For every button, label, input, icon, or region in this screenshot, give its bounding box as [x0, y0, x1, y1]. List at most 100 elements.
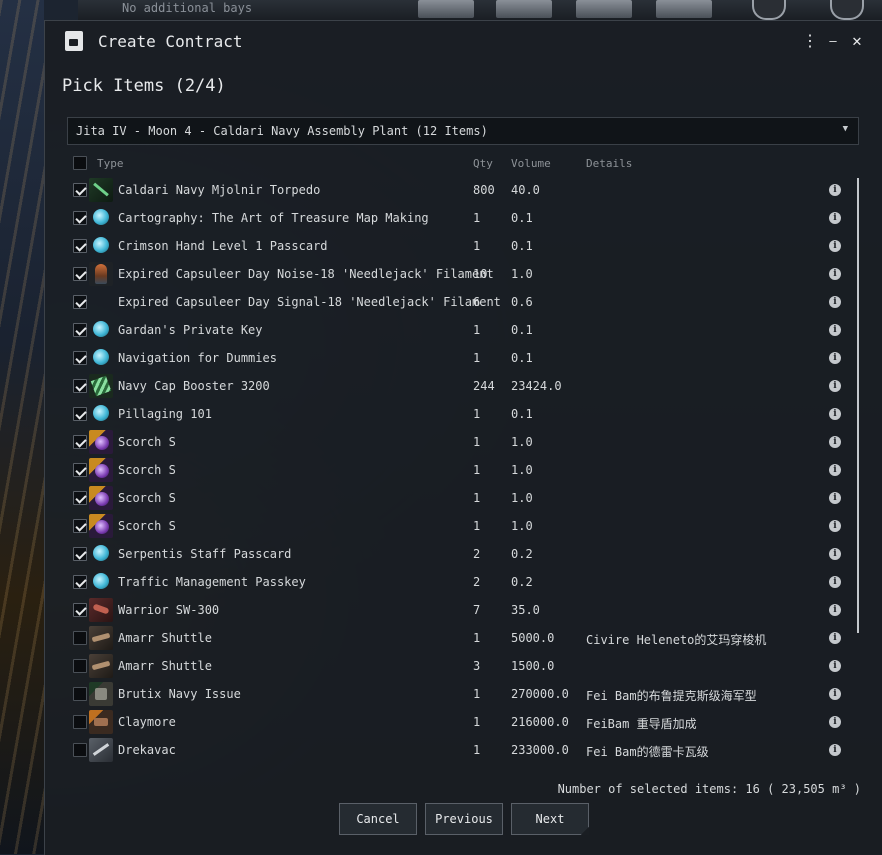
info-icon[interactable]: i	[829, 240, 841, 252]
row-checkbox[interactable]	[73, 631, 87, 645]
info-icon[interactable]: i	[829, 324, 841, 336]
info-icon[interactable]: i	[829, 660, 841, 672]
key-icon	[89, 234, 113, 258]
table-row[interactable]: Navy Cap Booster 3200 244 23424.0 i	[45, 372, 845, 400]
table-row[interactable]: Expired Capsuleer Day Signal-18 'Needlej…	[45, 288, 845, 316]
item-qty: 1	[473, 239, 481, 253]
info-icon[interactable]: i	[829, 212, 841, 224]
info-icon[interactable]: i	[829, 520, 841, 532]
clay-icon	[89, 710, 113, 734]
item-qty: 1	[473, 631, 481, 645]
info-icon[interactable]: i	[829, 632, 841, 644]
table-row[interactable]: Drekavac 1 233000.0 Fei Bam的德雷卡瓦级 i	[45, 736, 845, 764]
row-checkbox[interactable]	[73, 715, 87, 729]
table-row[interactable]: Amarr Shuttle 1 5000.0 Civire Heleneto的艾玛穿梭…	[45, 624, 845, 652]
menu-icon[interactable]: ⋮	[801, 31, 819, 51]
row-checkbox[interactable]	[73, 183, 87, 197]
table-row[interactable]: Expired Capsuleer Day Noise-18 'Needleja…	[45, 260, 845, 288]
info-icon[interactable]: i	[829, 716, 841, 728]
table-row[interactable]: Navigation for Dummies 1 0.1 i	[45, 344, 845, 372]
previous-button[interactable]: Previous	[425, 803, 503, 835]
table-row[interactable]: Crimson Hand Level 1 Passcard 1 0.1 i	[45, 232, 845, 260]
column-volume[interactable]: Volume	[511, 157, 551, 170]
table-row[interactable]: Amarr Shuttle 3 1500.0 i	[45, 652, 845, 680]
row-checkbox[interactable]	[73, 211, 87, 225]
row-checkbox[interactable]	[73, 295, 87, 309]
table-row[interactable]: Brutix Navy Issue 1 270000.0 Fei Bam的布鲁提克斯级…	[45, 680, 845, 708]
column-details[interactable]: Details	[586, 157, 632, 170]
item-volume: 5000.0	[511, 631, 555, 645]
row-checkbox[interactable]	[73, 435, 87, 449]
title-bar[interactable]: Create Contract ⋮ — ✕	[45, 21, 882, 65]
table-row[interactable]: Scorch S 1 1.0 i	[45, 428, 845, 456]
row-checkbox[interactable]	[73, 351, 87, 365]
row-checkbox[interactable]	[73, 407, 87, 421]
row-checkbox[interactable]	[73, 239, 87, 253]
table-row[interactable]: Caldari Navy Mjolnir Torpedo 800 40.0 i	[45, 176, 845, 204]
info-icon[interactable]: i	[829, 184, 841, 196]
table-row[interactable]: Claymore 1 216000.0 FeiBam 重导盾加成 i	[45, 708, 845, 736]
item-qty: 1	[473, 743, 481, 757]
column-qty[interactable]: Qty	[473, 157, 493, 170]
item-volume: 1.0	[511, 267, 533, 281]
row-checkbox[interactable]	[73, 519, 87, 533]
filament-icon	[89, 262, 113, 286]
table-row[interactable]: Scorch S 1 1.0 i	[45, 484, 845, 512]
next-button[interactable]: Next	[511, 803, 589, 835]
row-checkbox[interactable]	[73, 687, 87, 701]
table-row[interactable]: Scorch S 1 1.0 i	[45, 512, 845, 540]
minimize-icon[interactable]: —	[824, 31, 842, 51]
close-icon[interactable]: ✕	[848, 31, 866, 51]
scrollbar[interactable]	[857, 178, 859, 633]
chevron-down-icon: ▼	[842, 124, 848, 134]
column-type[interactable]: Type	[97, 157, 124, 170]
table-row[interactable]: Pillaging 101 1 0.1 i	[45, 400, 845, 428]
ship-slot-icon	[752, 0, 786, 20]
row-checkbox[interactable]	[73, 603, 87, 617]
info-icon[interactable]: i	[829, 296, 841, 308]
row-checkbox[interactable]	[73, 491, 87, 505]
cargo-thumbnail	[496, 0, 552, 18]
table-row[interactable]: Traffic Management Passkey 2 0.2 i	[45, 568, 845, 596]
info-icon[interactable]: i	[829, 576, 841, 588]
info-icon[interactable]: i	[829, 408, 841, 420]
select-all-checkbox[interactable]	[73, 156, 87, 170]
item-name: Pillaging 101	[118, 407, 212, 421]
cargo-thumbnail	[418, 0, 474, 18]
item-name: Crimson Hand Level 1 Passcard	[118, 239, 328, 253]
item-volume: 0.1	[511, 351, 533, 365]
item-details: Fei Bam的德雷卡瓦级	[586, 745, 709, 759]
item-details: Fei Bam的布鲁提克斯级海军型	[586, 689, 757, 703]
row-checkbox[interactable]	[73, 575, 87, 589]
info-icon[interactable]: i	[829, 744, 841, 756]
table-row[interactable]: Serpentis Staff Passcard 2 0.2 i	[45, 540, 845, 568]
info-icon[interactable]: i	[829, 604, 841, 616]
info-icon[interactable]: i	[829, 268, 841, 280]
info-icon[interactable]: i	[829, 548, 841, 560]
info-icon[interactable]: i	[829, 436, 841, 448]
row-checkbox[interactable]	[73, 743, 87, 757]
row-checkbox[interactable]	[73, 267, 87, 281]
row-checkbox[interactable]	[73, 547, 87, 561]
item-volume: 40.0	[511, 183, 540, 197]
background-cargo-bar: No additional bays	[78, 0, 882, 21]
torpedo-icon	[89, 178, 113, 202]
row-checkbox[interactable]	[73, 463, 87, 477]
info-icon[interactable]: i	[829, 464, 841, 476]
info-icon[interactable]: i	[829, 352, 841, 364]
table-row[interactable]: Gardan's Private Key 1 0.1 i	[45, 316, 845, 344]
cargo-thumbnail	[656, 0, 712, 18]
row-checkbox[interactable]	[73, 323, 87, 337]
table-row[interactable]: Scorch S 1 1.0 i	[45, 456, 845, 484]
row-checkbox[interactable]	[73, 659, 87, 673]
info-icon[interactable]: i	[829, 492, 841, 504]
item-volume: 0.1	[511, 239, 533, 253]
location-dropdown[interactable]: Jita IV - Moon 4 - Caldari Navy Assembly…	[67, 117, 859, 145]
table-row[interactable]: Cartography: The Art of Treasure Map Mak…	[45, 204, 845, 232]
info-icon[interactable]: i	[829, 688, 841, 700]
info-icon[interactable]: i	[829, 380, 841, 392]
row-checkbox[interactable]	[73, 379, 87, 393]
cancel-button[interactable]: Cancel	[339, 803, 417, 835]
item-qty: 1	[473, 687, 481, 701]
table-row[interactable]: Warrior SW-300 7 35.0 i	[45, 596, 845, 624]
